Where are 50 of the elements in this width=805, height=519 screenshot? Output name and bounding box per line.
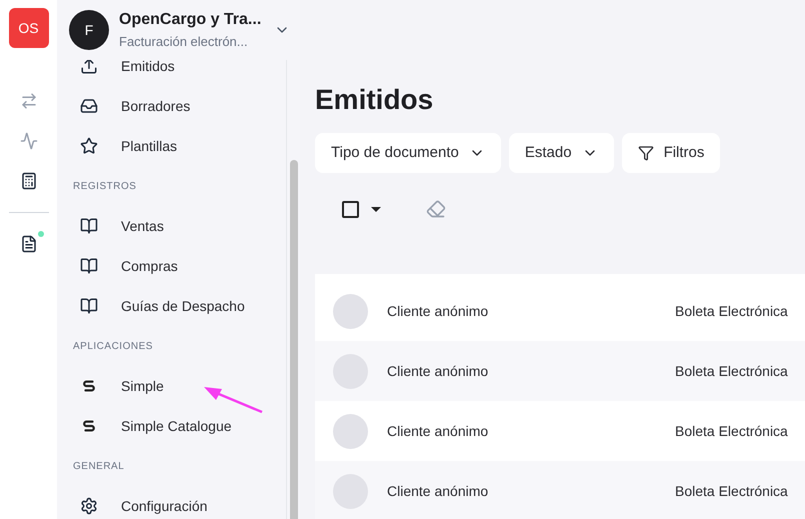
s-logo-icon	[82, 379, 96, 393]
annotation-arrow	[202, 386, 264, 414]
table-row[interactable]: Cliente anónimo Boleta Electrónica	[315, 461, 805, 519]
document-type: Boleta Electrónica	[675, 302, 788, 320]
scrollbar-thumb[interactable]	[290, 160, 298, 519]
s-logo-icon	[82, 419, 96, 433]
upload-icon	[80, 60, 98, 75]
company-name: OpenCargo y Tra...	[119, 10, 262, 30]
settings-icon	[80, 497, 98, 515]
workspace-logo[interactable]: OS	[8, 8, 48, 48]
sidebar-item[interactable]: Configuración	[57, 486, 286, 519]
caret-icon[interactable]	[371, 206, 381, 212]
document-type: Boleta Electrónica	[675, 482, 788, 500]
avatar	[333, 294, 368, 328]
book-icon	[80, 217, 98, 235]
sidebar-item[interactable]: Borradores	[57, 86, 286, 126]
sidebar-item[interactable]: Plantillas	[57, 126, 286, 166]
star-icon	[80, 137, 98, 155]
sidebar-item[interactable]: Simple Catalogue	[57, 406, 286, 446]
sidebar-item[interactable]: Ventas	[57, 206, 286, 246]
filter-dropdown[interactable]: Estado	[508, 133, 614, 173]
sidebar-item[interactable]: Compras	[57, 246, 286, 286]
select-all-checkbox[interactable]	[342, 200, 359, 218]
section-title: APLICACIONES	[72, 340, 154, 354]
section-title: REGISTROS	[72, 180, 138, 194]
avatar	[333, 414, 368, 448]
table-row[interactable]: Cliente anónimo Boleta Electrónica	[315, 341, 805, 401]
document-icon[interactable]	[20, 235, 38, 253]
filters-button[interactable]: Filtros	[622, 133, 720, 173]
inbox-icon	[80, 97, 98, 115]
filter-dropdown[interactable]: Tipo de documento	[315, 133, 501, 173]
section-title: GENERAL	[72, 460, 126, 474]
client-name: Cliente anónimo	[387, 422, 490, 440]
sidebar-item[interactable]: Emitidos	[57, 60, 286, 86]
sidebar-item[interactable]: Guías de Despacho	[57, 286, 286, 326]
page-title: Emitidos	[315, 83, 434, 117]
document-type: Boleta Electrónica	[675, 362, 788, 380]
company-subtitle: Facturación electrón...	[119, 33, 249, 52]
filter-icon	[638, 145, 654, 161]
client-name: Cliente anónimo	[387, 302, 490, 320]
book-icon	[80, 257, 98, 275]
client-name: Cliente anónimo	[387, 362, 490, 380]
book-icon	[80, 297, 98, 315]
company-avatar: F	[69, 10, 109, 50]
arrows-icon[interactable]	[20, 92, 38, 110]
calculator-icon[interactable]	[20, 172, 38, 190]
sidebar-item[interactable]: Simple	[57, 366, 286, 406]
activity-icon[interactable]	[20, 132, 38, 150]
client-name: Cliente anónimo	[387, 482, 490, 500]
document-type: Boleta Electrónica	[675, 422, 788, 440]
